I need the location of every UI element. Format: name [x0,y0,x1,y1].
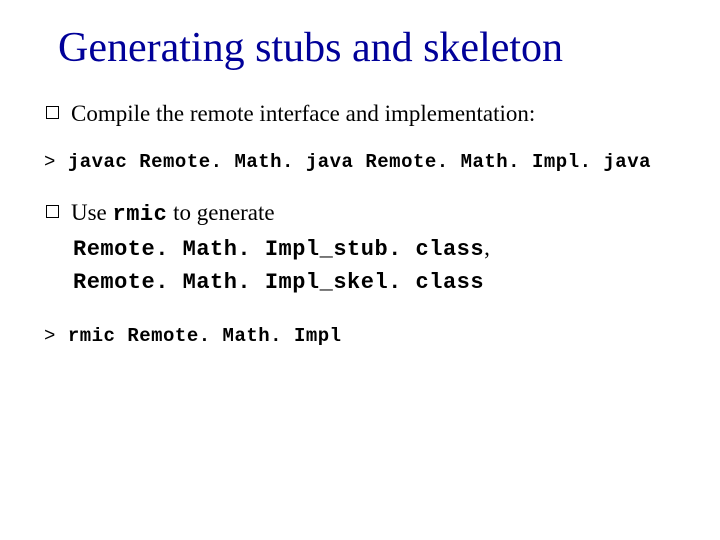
bullet-text: Use rmic to generate [71,197,664,230]
code-inline-rmic: rmic [113,202,168,227]
slide: Generating stubs and skeleton Compile th… [0,0,720,540]
square-bullet-icon [46,205,59,218]
bullet-text: Compile the remote interface and impleme… [71,98,664,129]
slide-title: Generating stubs and skeleton [58,24,664,72]
text-fragment: , [484,235,490,260]
text-fragment: to generate [167,200,274,225]
text-fragment: Use [71,200,113,225]
prompt-symbol: > [44,325,68,347]
command-text: rmic Remote. Math. Impl [68,325,342,347]
code-inline-stub-class: Remote. Math. Impl_stub. class [73,237,484,262]
bullet-continued: Remote. Math. Impl_stub. class, Remote. … [73,232,664,297]
square-bullet-icon [46,106,59,119]
bullet-item-compile: Compile the remote interface and impleme… [44,98,664,129]
code-inline-skel-class: Remote. Math. Impl_skel. class [73,270,484,295]
command-javac: > javac Remote. Math. java Remote. Math.… [44,151,664,173]
bullet-item-rmic: Use rmic to generate [44,197,664,230]
command-rmic: > rmic Remote. Math. Impl [44,325,664,347]
prompt-symbol: > [44,151,68,173]
command-text: javac Remote. Math. java Remote. Math. I… [68,151,651,173]
